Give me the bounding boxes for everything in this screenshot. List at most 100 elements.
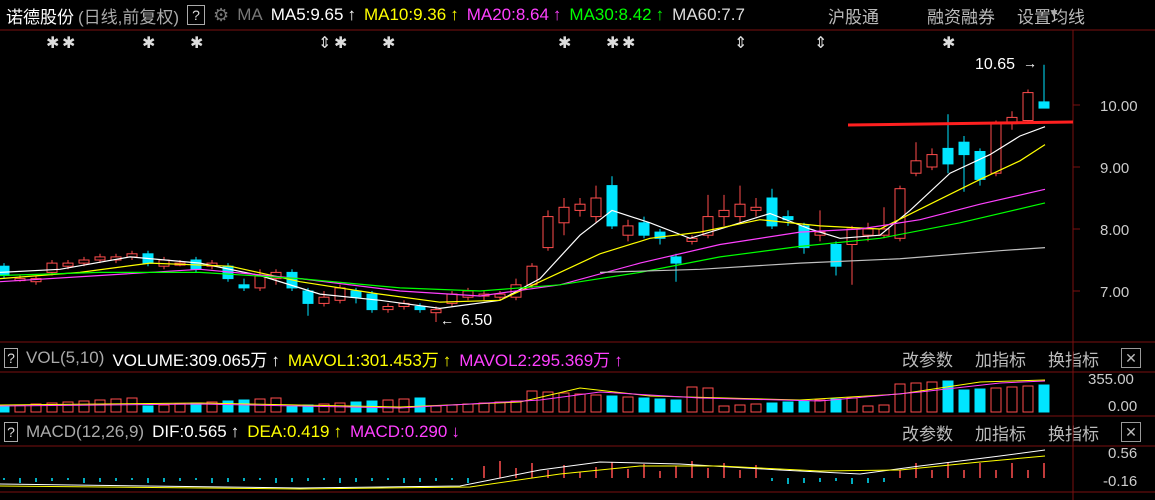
star-icon: ✱ xyxy=(46,35,59,52)
star-icon: ✱ xyxy=(558,35,571,52)
volume-bar xyxy=(574,393,586,413)
star-icon: ✱ xyxy=(606,35,619,52)
macd-bars xyxy=(0,449,1046,490)
price-tick-9: 9.00 xyxy=(1100,160,1129,177)
candle-up xyxy=(718,209,730,218)
star-icon: ⇕ xyxy=(814,35,827,52)
volume-bar xyxy=(894,383,906,413)
candle-up xyxy=(94,256,106,261)
volume-bar xyxy=(158,404,170,413)
volume-bar xyxy=(830,398,842,413)
volume-bar xyxy=(1006,386,1018,413)
volume-bar xyxy=(110,398,122,413)
volume-bar xyxy=(1038,384,1050,413)
mavol1-line xyxy=(0,379,1046,408)
volume-bar xyxy=(782,401,794,413)
volume-bar xyxy=(942,380,954,413)
volume-bar xyxy=(590,394,602,413)
volume-bar xyxy=(398,398,410,413)
candle-up xyxy=(542,216,554,249)
macd-tick-low: -0.16 xyxy=(1103,473,1137,490)
volume-bar xyxy=(0,405,10,413)
volume-bar xyxy=(94,399,106,413)
candle-up xyxy=(590,197,602,218)
candle-down xyxy=(238,284,250,289)
candle-up xyxy=(686,237,698,242)
candle-up xyxy=(318,296,330,304)
dif-line xyxy=(0,449,1046,489)
volume-bar xyxy=(734,404,746,413)
candle-down xyxy=(414,306,426,311)
candle-up xyxy=(734,203,746,218)
mavol2-line xyxy=(0,380,1046,409)
kline-chart[interactable]: ✱ ✱ ✱ ✱ ⇕ ✱ ✱ ✱ ✱ ✱ ⇕ ⇕ ✱ 10.00 9.00 8.00 7.00 10.65… xyxy=(0,0,1155,500)
candle-up xyxy=(462,290,474,298)
volume-bar xyxy=(910,382,922,413)
ma-lines xyxy=(0,126,1046,309)
star-icon: ✱ xyxy=(62,35,75,52)
volume-bar xyxy=(78,400,90,413)
candle-down xyxy=(974,151,986,180)
candle-down xyxy=(1038,101,1050,109)
svg-text:→: → xyxy=(1023,55,1037,71)
event-markers: ✱ ✱ ✱ ✱ ⇕ ✱ ✱ ✱ ✱ ✱ ⇕ ⇕ ✱ xyxy=(46,35,955,52)
volume-bar xyxy=(750,403,762,413)
star-icon: ✱ xyxy=(142,35,155,52)
volume-bar xyxy=(702,387,714,413)
volume-bar xyxy=(862,405,874,413)
volume-bar xyxy=(142,405,154,413)
volume-bar xyxy=(462,403,474,413)
volume-bar xyxy=(814,399,826,413)
volume-bar xyxy=(446,404,458,413)
volume-bar xyxy=(174,403,186,413)
star-icon: ⇕ xyxy=(734,35,747,52)
volume-bar xyxy=(62,401,74,413)
volume-bar xyxy=(606,395,618,413)
candle-down xyxy=(606,185,618,227)
candle-up xyxy=(382,306,394,311)
candle-down xyxy=(670,256,682,264)
volume-bar xyxy=(718,405,730,413)
candle-down xyxy=(302,290,314,304)
volume-bar xyxy=(686,386,698,413)
low-price-label: 6.50 xyxy=(461,312,492,329)
candle-up xyxy=(894,188,906,239)
support-line xyxy=(847,120,1074,127)
ma20-line xyxy=(0,188,1046,297)
star-icon: ⇕ xyxy=(318,35,331,52)
candle-up xyxy=(1022,92,1034,121)
volume-bar xyxy=(1022,385,1034,413)
star-icon: ✱ xyxy=(382,35,395,52)
candle-down xyxy=(366,293,378,311)
candle-up xyxy=(558,206,570,224)
candle-up xyxy=(78,259,90,264)
volume-bar xyxy=(334,402,346,413)
ma60-line xyxy=(599,247,1046,273)
volume-bar xyxy=(670,399,682,413)
macd-tick-high: 0.56 xyxy=(1108,445,1137,462)
star-icon: ✱ xyxy=(334,35,347,52)
candle-up xyxy=(622,225,634,236)
candle-up xyxy=(46,262,58,273)
volume-bar xyxy=(494,401,506,413)
volume-bar xyxy=(766,402,778,413)
volume-bar xyxy=(526,390,538,413)
svg-text:←: ← xyxy=(440,312,454,328)
candle-down xyxy=(830,244,842,267)
volume-bar xyxy=(926,381,938,413)
candle-down xyxy=(798,225,810,249)
volume-bar xyxy=(222,400,234,413)
volume-bar xyxy=(654,398,666,413)
candle-down xyxy=(942,147,954,165)
dea-line xyxy=(0,455,1046,490)
candle-up xyxy=(334,287,346,301)
candle-up xyxy=(862,228,874,236)
volume-bar xyxy=(238,399,250,413)
ma5-line xyxy=(0,126,1046,309)
volume-bar xyxy=(798,400,810,413)
volume-bar xyxy=(382,399,394,413)
price-tick-7: 7.00 xyxy=(1100,284,1129,301)
candle-up xyxy=(62,262,74,267)
volume-bar xyxy=(846,397,858,413)
star-icon: ✱ xyxy=(942,35,955,52)
